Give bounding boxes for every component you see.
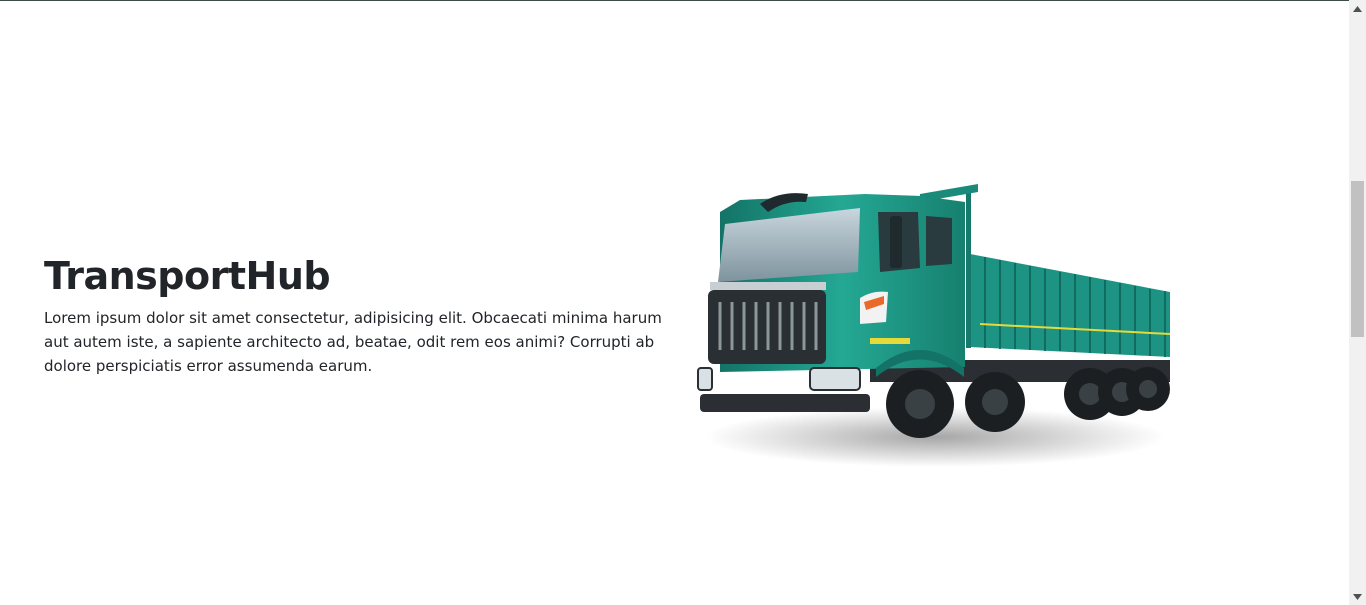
triangle-up-icon[interactable] bbox=[1349, 0, 1366, 17]
truck-image bbox=[690, 172, 1180, 477]
grille-top-trim bbox=[710, 282, 826, 290]
page-viewport: TransportHub Lorem ipsum dolor sit amet … bbox=[0, 0, 1349, 605]
hero-text-block: TransportHub Lorem ipsum dolor sit amet … bbox=[44, 252, 664, 378]
scrollbar-thumb[interactable] bbox=[1351, 181, 1364, 337]
vertical-scrollbar[interactable] bbox=[1349, 0, 1366, 605]
hero-description: Lorem ipsum dolor sit amet consectetur, … bbox=[44, 309, 662, 375]
rear-window bbox=[926, 216, 952, 266]
door-stripe bbox=[870, 338, 910, 344]
headboard-post bbox=[966, 188, 971, 348]
hero-title: TransportHub bbox=[44, 254, 331, 298]
headlight-right bbox=[809, 367, 861, 391]
top-border bbox=[0, 0, 1349, 1]
front-bumper bbox=[700, 394, 870, 412]
truck-illustration bbox=[697, 184, 1171, 467]
side-mirror bbox=[890, 216, 902, 268]
triangle-down-icon[interactable] bbox=[1349, 588, 1366, 605]
headlight-left bbox=[697, 367, 713, 391]
